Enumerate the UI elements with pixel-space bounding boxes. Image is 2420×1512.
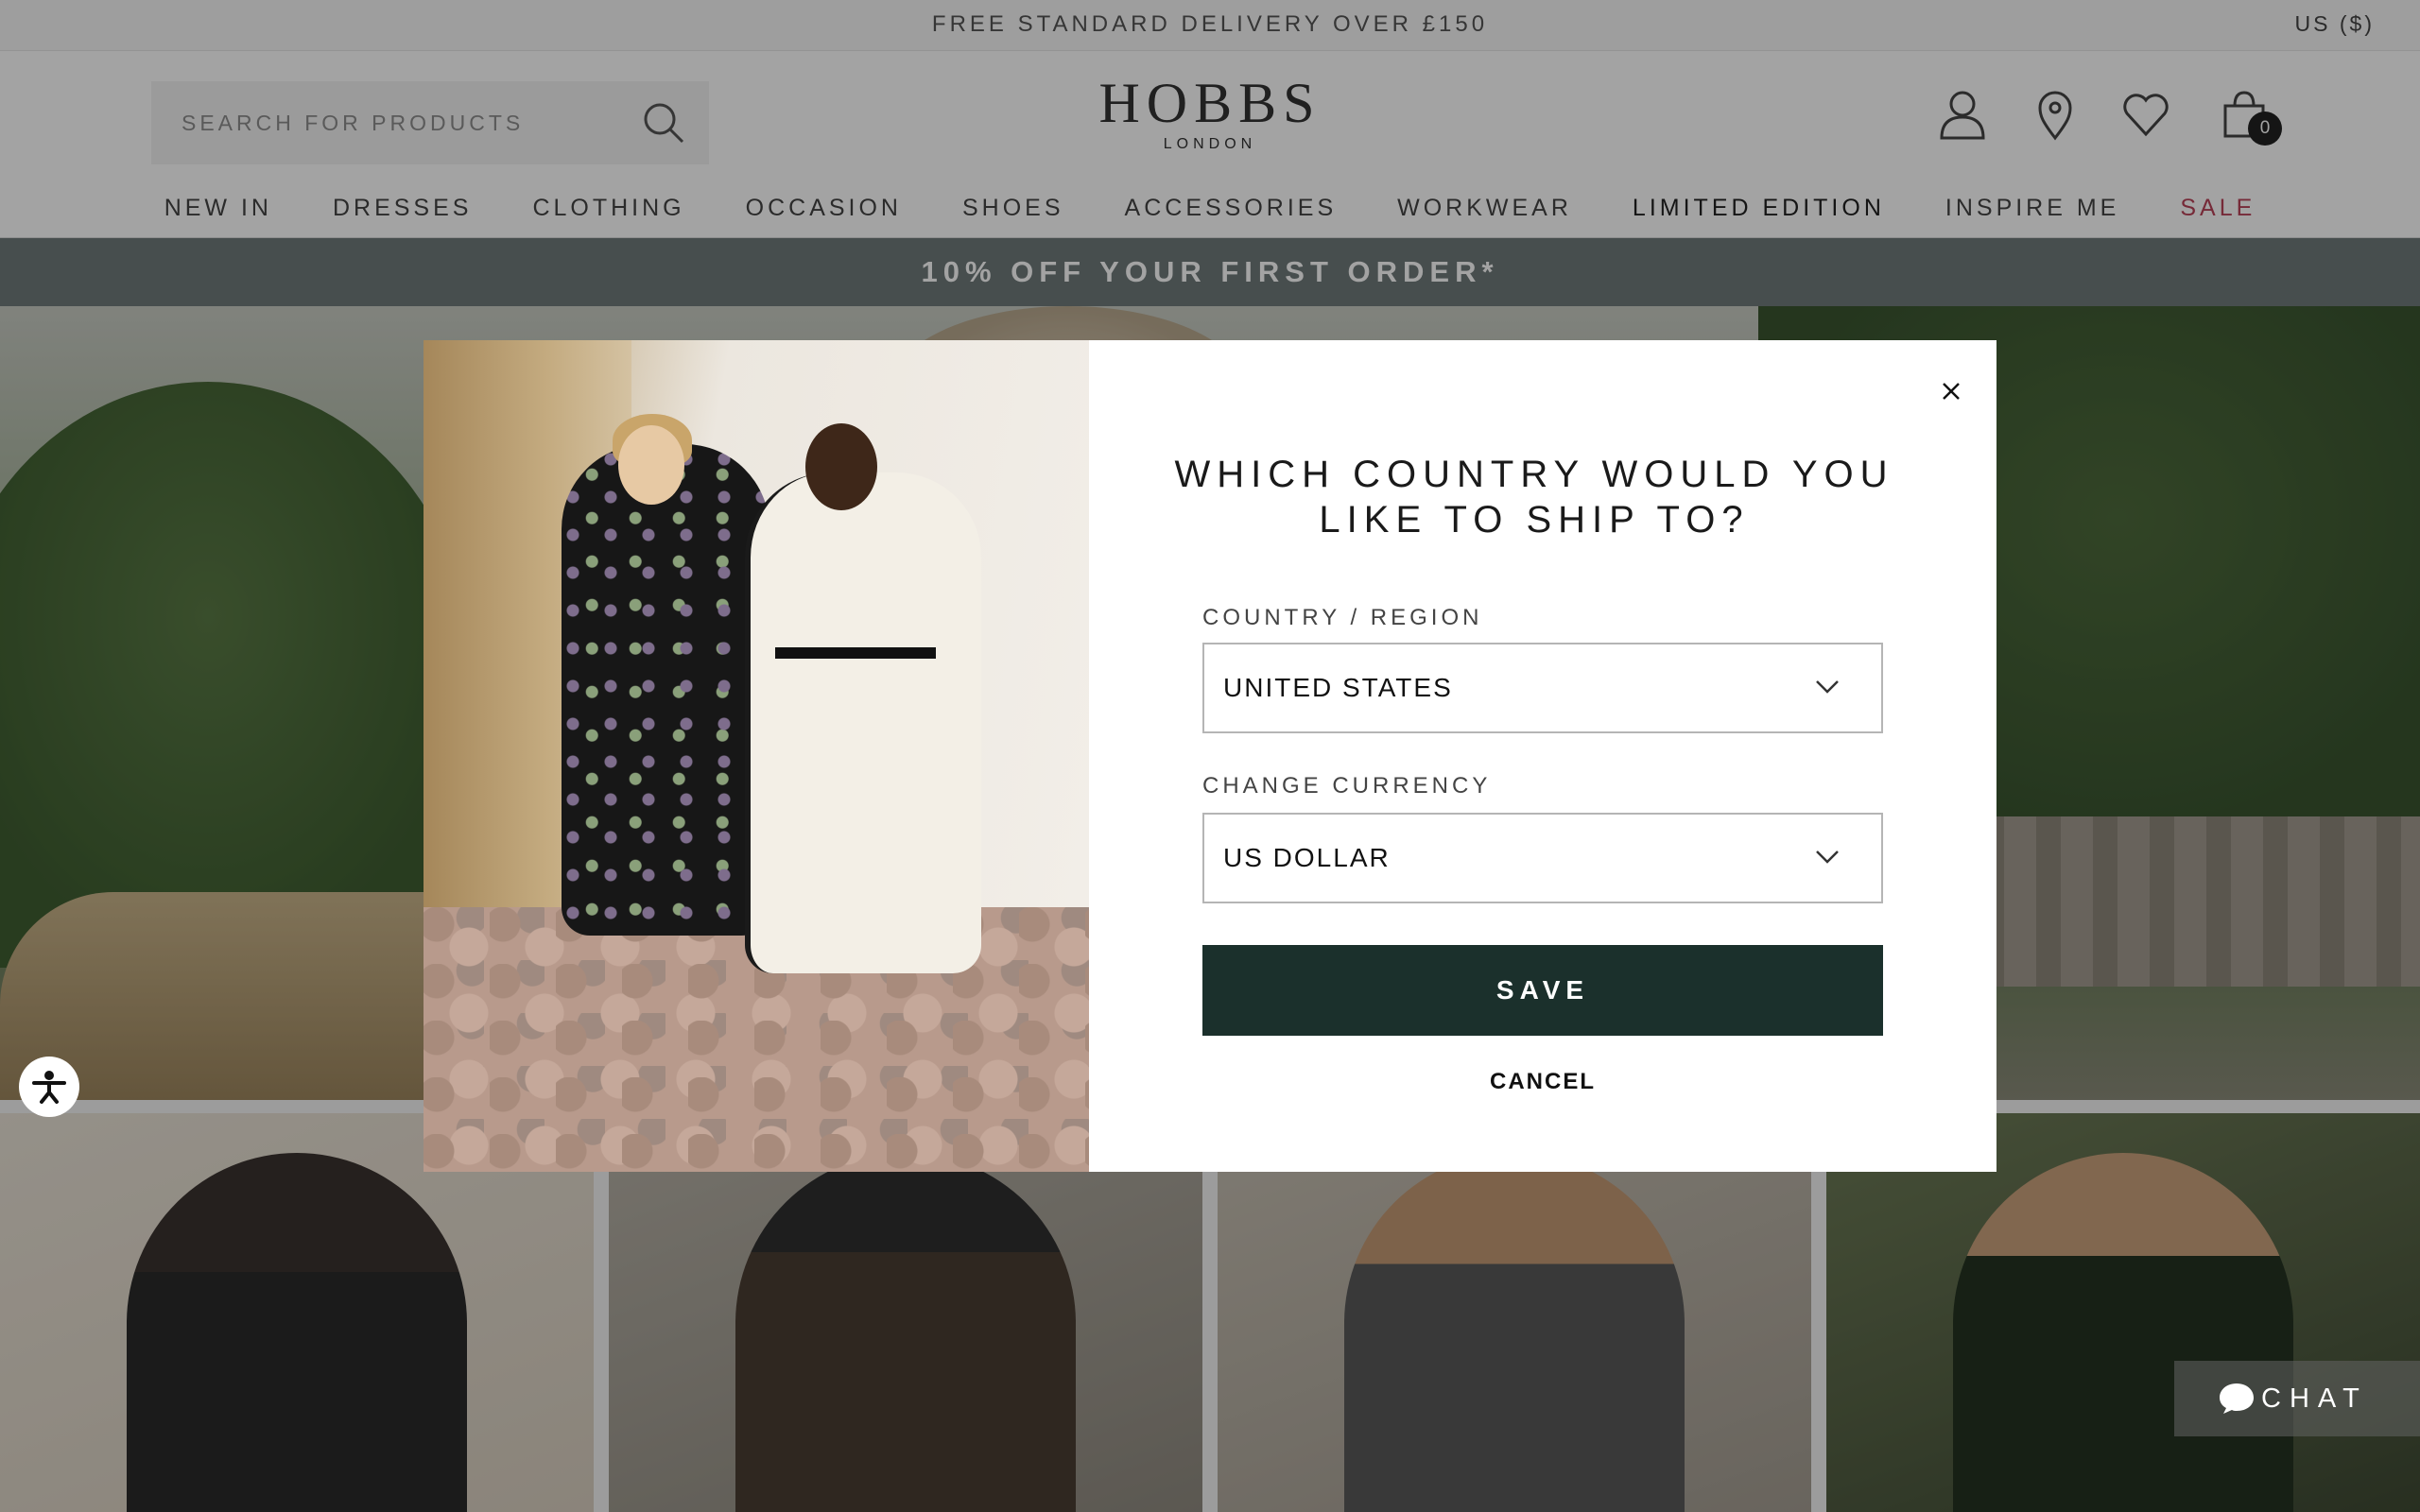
photo-dress-sash [775,647,936,659]
modal-title: WHICH COUNTRY WOULD YOU LIKE TO SHIP TO? [1174,454,1894,541]
photo-model-face-2 [805,423,877,510]
chat-button[interactable]: CHAT [2174,1361,2420,1436]
chat-bubble-icon [2220,1383,2254,1414]
change-currency-label: CHANGE CURRENCY [1202,773,1492,799]
country-region-value: UNITED STATES [1223,673,1453,702]
close-icon[interactable] [1934,374,1968,408]
chevron-down-icon [1816,850,1839,864]
accessibility-icon [23,1060,76,1113]
currency-select[interactable]: US DOLLAR [1202,813,1883,903]
country-selector-modal: WHICH COUNTRY WOULD YOU LIKE TO SHIP TO?… [424,340,1996,1172]
modal-campaign-photo [424,340,1089,1172]
currency-value: US DOLLAR [1223,843,1391,872]
photo-model-face [618,425,684,505]
photo-model-floral-dress [562,444,769,936]
accessibility-button[interactable] [19,1057,79,1117]
country-region-select[interactable]: UNITED STATES [1202,643,1883,733]
photo-model-white-dress [745,472,981,973]
chat-label: CHAT [2261,1383,2368,1414]
save-button[interactable]: SAVE [1202,945,1883,1036]
country-region-label: COUNTRY / REGION [1202,605,1483,630]
chevron-down-icon [1816,680,1839,694]
cancel-button[interactable]: CANCEL [1202,1058,1883,1106]
